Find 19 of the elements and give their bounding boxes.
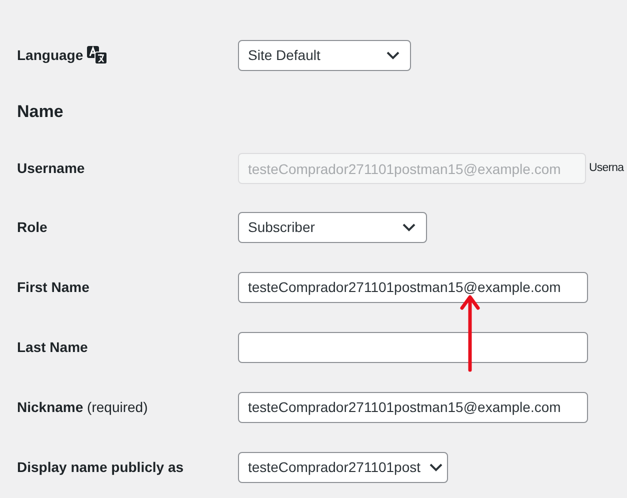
translate-icon <box>87 46 108 64</box>
section-heading: Name <box>17 101 64 124</box>
dropdown[interactable]: Subscriber <box>238 212 427 242</box>
field-label: Username <box>17 159 85 178</box>
input-field[interactable] <box>238 332 588 362</box>
chevron-down-icon <box>428 462 443 472</box>
field-label: Last Name <box>17 338 88 356</box>
chevron-down-icon <box>402 222 416 232</box>
field-label: First Name <box>17 278 90 296</box>
field-label: Display name publicly as <box>17 458 184 477</box>
field-description: Userna <box>589 160 624 176</box>
field-label: Nickname (required) <box>17 398 148 417</box>
input-field[interactable]: testeComprador271101postman15@example.com <box>238 392 588 422</box>
dropdown[interactable]: Site Default <box>238 40 411 70</box>
field-label: Language <box>17 46 84 65</box>
field-label: Role <box>17 218 48 236</box>
chevron-down-icon <box>386 50 400 60</box>
dropdown[interactable]: testeComprador271101post <box>238 452 448 482</box>
input-field[interactable]: testeComprador271101postman15@example.com <box>238 272 588 302</box>
